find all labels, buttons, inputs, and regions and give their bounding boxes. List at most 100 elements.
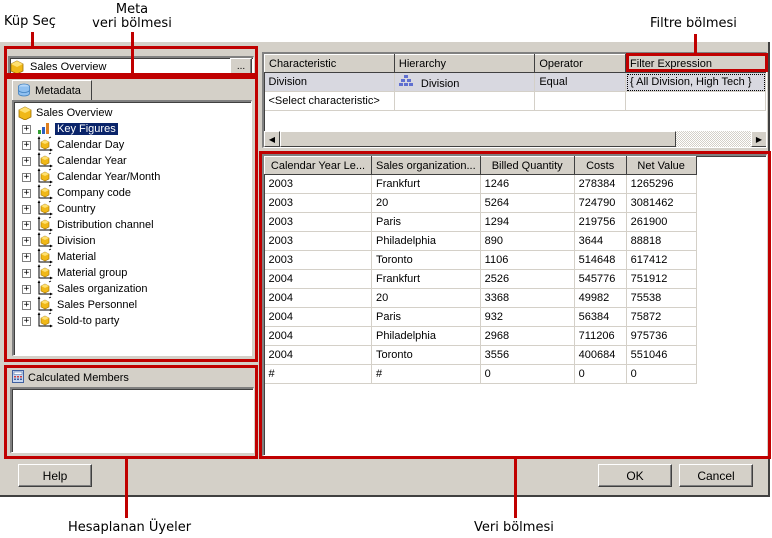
callout-cube-select: Küp Seç <box>4 14 56 29</box>
data-cell: 400684 <box>574 345 627 365</box>
tree-item-label: Country <box>57 203 96 215</box>
expand-icon[interactable]: + <box>22 268 31 278</box>
expand-icon[interactable]: + <box>22 284 31 294</box>
data-cell: 2003 <box>264 231 372 251</box>
tree-root[interactable]: Sales Overview <box>18 105 251 121</box>
filter-column-header[interactable]: Hierarchy <box>393 54 536 73</box>
data-cell: # <box>264 364 372 384</box>
data-cell: 2003 <box>264 193 372 213</box>
metadata-tree[interactable]: Sales Overview + Key Figures + Calendar Day… <box>12 100 252 356</box>
data-cell: 2968 <box>480 326 575 346</box>
data-cell: 3556 <box>480 345 575 365</box>
tree-item-label: Material <box>57 251 97 263</box>
filter-pane[interactable]: Characteristic Hierarchy Operator Filter Ex… <box>262 52 767 148</box>
filter-cell-expression[interactable]: { All Division, High Tech } <box>625 72 766 92</box>
filter-cell-operator[interactable]: Equal <box>534 72 627 92</box>
data-cell: 514648 <box>574 250 627 270</box>
data-cell: 0 <box>480 364 575 384</box>
data-row[interactable]: 2003 Paris 1294 219756 261900 <box>264 212 697 232</box>
data-column-header[interactable]: Calendar Year Le... <box>264 156 372 175</box>
filter-cell-hierarchy[interactable]: Division <box>394 72 536 92</box>
scroll-track[interactable] <box>676 131 751 147</box>
data-column-header[interactable]: Costs <box>573 156 627 175</box>
cube-icon <box>18 106 32 121</box>
filter-cell-text: Equal <box>539 76 568 88</box>
callout-line-calculated-members <box>125 458 128 518</box>
data-cell: 890 <box>480 231 575 251</box>
data-row[interactable]: 2003 Frankfurt 1246 278384 1265296 <box>264 174 697 194</box>
expand-icon[interactable]: + <box>22 220 31 230</box>
query-designer-dialog: Sales Overview ... Metadata Sales Overvi… <box>0 42 770 497</box>
expand-icon[interactable]: + <box>22 140 31 150</box>
cancel-button[interactable]: Cancel <box>679 464 753 487</box>
data-row[interactable]: 2004 20 3368 49982 75538 <box>264 288 697 308</box>
tab-metadata[interactable]: Metadata <box>12 80 92 101</box>
data-cell: # <box>371 364 481 384</box>
data-cell: 75872 <box>626 307 697 327</box>
calculated-members-list[interactable] <box>10 387 254 453</box>
data-cell: 617412 <box>626 250 697 270</box>
data-row[interactable]: 2004 Paris 932 56384 75872 <box>264 307 697 327</box>
data-cell: 2526 <box>480 269 575 289</box>
data-cell: 278384 <box>574 174 627 194</box>
data-cell: 751912 <box>626 269 697 289</box>
data-row[interactable]: 2004 Toronto 3556 400684 551046 <box>264 345 697 365</box>
data-row[interactable]: 2003 Toronto 1106 514648 617412 <box>264 250 697 270</box>
filter-column-header[interactable]: Filter Expression <box>625 54 766 73</box>
expand-icon[interactable]: + <box>22 156 31 166</box>
filter-row[interactable]: Division Division Equal { All Division, Hig… <box>264 72 766 92</box>
callout-metadata-pane-line1: Meta <box>115 2 149 17</box>
filter-cell-hierarchy[interactable] <box>394 91 536 111</box>
scroll-right-button[interactable]: ▶ <box>751 131 766 147</box>
data-cell: 56384 <box>574 307 627 327</box>
filter-cell-characteristic[interactable]: <Select characteristic> <box>264 91 395 111</box>
tree-item-label: Company code <box>57 187 131 199</box>
tree-item-label: Calendar Year/Month <box>57 171 161 183</box>
data-cell: 2003 <box>264 250 372 270</box>
expand-icon[interactable]: + <box>22 172 31 182</box>
scroll-left-button[interactable]: ◀ <box>264 131 280 147</box>
help-button[interactable]: Help <box>18 464 92 487</box>
filter-row[interactable]: <Select characteristic> <box>264 91 766 111</box>
data-cell: 545776 <box>574 269 627 289</box>
filter-cell-operator[interactable] <box>534 91 627 111</box>
data-pane[interactable]: Calendar Year Le... Sales organization...… <box>262 154 767 456</box>
browse-cube-button[interactable]: ... <box>230 58 252 75</box>
data-cell: 2004 <box>264 288 372 308</box>
data-cell: 5264 <box>480 193 575 213</box>
data-cell: 0 <box>574 364 627 384</box>
ok-button[interactable]: OK <box>598 464 672 487</box>
data-column-header[interactable]: Net Value <box>625 156 697 175</box>
data-cell: Frankfurt <box>371 269 481 289</box>
expand-icon[interactable]: + <box>22 124 31 134</box>
data-row[interactable]: 2003 Philadelphia 890 3644 88818 <box>264 231 697 251</box>
metadata-icon <box>17 83 31 100</box>
data-row[interactable]: 2004 Philadelphia 2968 711206 975736 <box>264 326 697 346</box>
data-cell: 2004 <box>264 269 372 289</box>
data-row[interactable]: 2004 Frankfurt 2526 545776 751912 <box>264 269 697 289</box>
filter-column-header[interactable]: Characteristic <box>264 54 395 73</box>
scroll-thumb[interactable] <box>280 131 676 147</box>
data-column-header[interactable]: Sales organization... <box>371 156 481 175</box>
data-cell: 3081462 <box>626 193 697 213</box>
data-row[interactable]: # #0 0 0 <box>264 364 697 384</box>
expand-icon[interactable]: + <box>22 188 31 198</box>
tree-item-label: Division <box>57 235 96 247</box>
data-cell: 2004 <box>264 326 372 346</box>
expand-icon[interactable]: + <box>22 316 31 326</box>
data-cell: 3368 <box>480 288 575 308</box>
expand-icon[interactable]: + <box>22 236 31 246</box>
filter-cell-characteristic[interactable]: Division <box>264 72 395 92</box>
callout-line-data-pane <box>514 458 517 518</box>
data-row[interactable]: 2003 20 5264 724790 3081462 <box>264 193 697 213</box>
filter-cell-expression[interactable] <box>625 91 766 111</box>
filter-column-header[interactable]: Operator <box>534 54 627 73</box>
tree-item[interactable]: + Sold-to party <box>18 311 251 329</box>
tree-item-label: Material group <box>57 267 128 279</box>
expand-icon[interactable]: + <box>22 300 31 310</box>
data-column-header[interactable]: Billed Quantity <box>479 156 575 175</box>
expand-icon[interactable]: + <box>22 204 31 214</box>
callout-line-metadata <box>131 32 134 78</box>
filter-horizontal-scrollbar[interactable]: ◀ ▶ <box>264 131 766 147</box>
expand-icon[interactable]: + <box>22 252 31 262</box>
